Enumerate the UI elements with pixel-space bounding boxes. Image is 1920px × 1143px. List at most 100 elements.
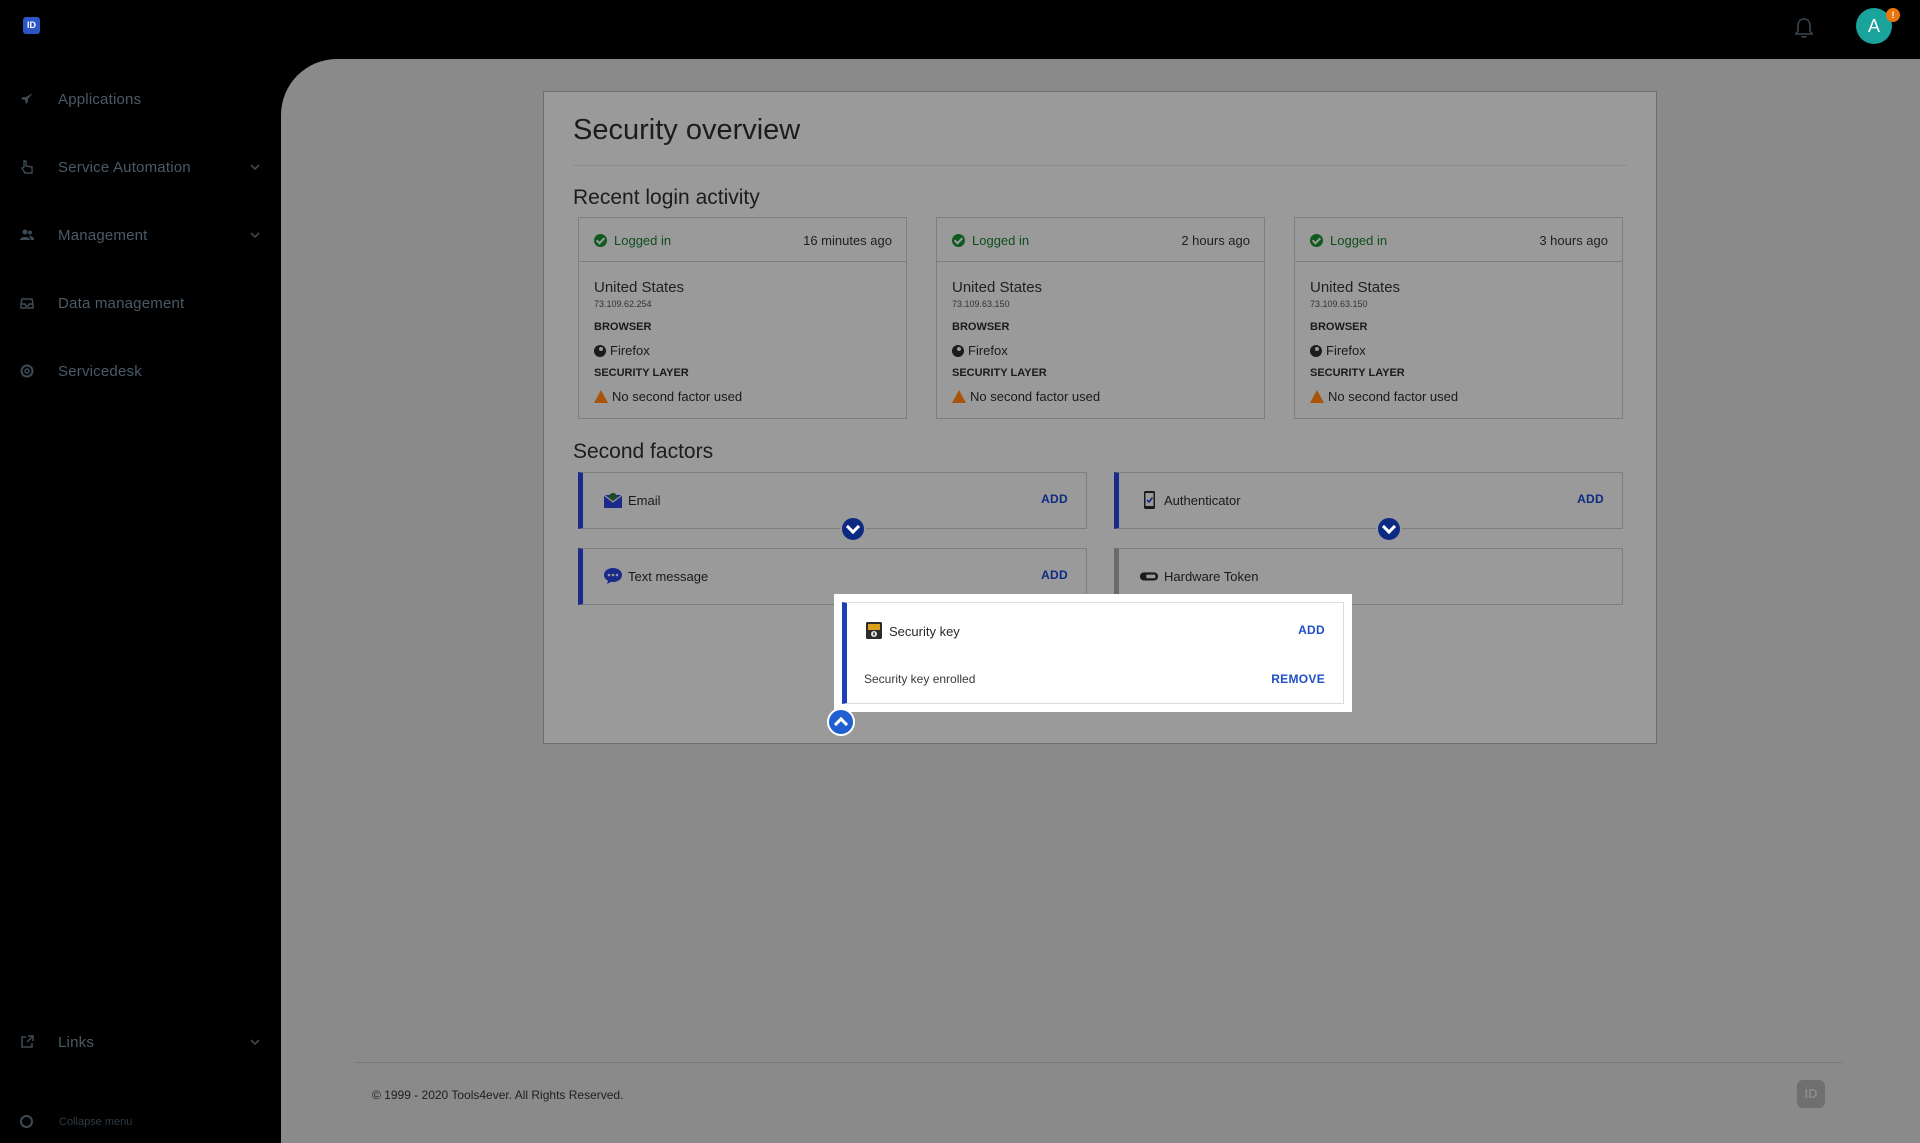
login-ip: 73.109.63.150 (952, 299, 1010, 309)
browser-caption: BROWSER (952, 321, 1010, 333)
factor-security-key: Security key ADD Security key enrolled R… (842, 602, 1344, 704)
login-country: United States (952, 279, 1043, 296)
warning-icon (952, 390, 966, 403)
factor-name: Hardware Token (1164, 569, 1259, 584)
browser-caption: BROWSER (594, 321, 652, 333)
firefox-icon (594, 344, 606, 357)
check-circle-icon (1310, 234, 1323, 247)
check-circle-icon (952, 234, 965, 247)
users-icon (20, 229, 34, 240)
sidebar-item-links[interactable]: Links (0, 1022, 281, 1062)
bell-icon[interactable] (1793, 16, 1815, 40)
factor-name: Text message (628, 569, 709, 584)
security-key-enrolled-text: Security key enrolled (864, 672, 976, 686)
expand-email-toggle[interactable] (840, 516, 866, 542)
collapse-menu-button[interactable]: Collapse menu (0, 1107, 281, 1137)
second-factors-heading: Second factors (573, 440, 714, 463)
login-time: 2 hours ago (1181, 233, 1250, 248)
login-browser: Firefox (968, 343, 1008, 358)
sidebar-item-label: Service Automation (58, 158, 191, 176)
external-link-icon (21, 1035, 34, 1048)
firefox-icon (1310, 344, 1322, 357)
sidebar-item-label: Links (58, 1033, 95, 1051)
security-layer-caption: SECURITY LAYER (952, 367, 1047, 379)
app-logo[interactable]: ID (23, 17, 40, 34)
sidebar-item-label: Servicedesk (58, 362, 142, 380)
rocket-icon (21, 93, 33, 104)
sidebar-item-management[interactable]: Management (0, 215, 281, 255)
add-email-button[interactable]: ADD (1041, 492, 1068, 506)
security-value-row: No second factor used (594, 389, 742, 404)
browser-value-row: Firefox (952, 343, 1008, 358)
check-circle-icon (594, 234, 607, 247)
factor-name: Email (628, 493, 661, 508)
security-value-row: No second factor used (952, 389, 1100, 404)
sidebar: Applications Service Automation Manageme… (0, 59, 281, 1143)
circle-icon (20, 1115, 33, 1128)
login-browser: Firefox (1326, 343, 1366, 358)
browser-value-row: Firefox (594, 343, 650, 358)
hand-pointer-icon (21, 160, 33, 174)
divider (573, 165, 1627, 166)
remove-security-key-button[interactable]: REMOVE (1271, 672, 1325, 686)
factor-name: Security key (889, 624, 960, 639)
footer-logo: ID (1797, 1080, 1825, 1108)
security-layer-caption: SECURITY LAYER (1310, 367, 1405, 379)
firefox-icon (952, 344, 964, 357)
security-layer-caption: SECURITY LAYER (594, 367, 689, 379)
footer-divider (355, 1062, 1843, 1063)
factor-email: Email ADD (578, 472, 1087, 529)
login-security: No second factor used (612, 389, 743, 404)
sidebar-item-applications[interactable]: Applications (0, 79, 281, 119)
expand-authenticator-toggle[interactable] (1376, 516, 1402, 542)
login-card: Logged in 3 hours ago United States 73.1… (1294, 217, 1623, 419)
login-security: No second factor used (970, 389, 1101, 404)
factor-authenticator: Authenticator ADD (1114, 472, 1623, 529)
login-card: Logged in 2 hours ago United States 73.1… (936, 217, 1265, 419)
sidebar-item-label: Data management (58, 294, 185, 312)
add-text-message-button[interactable]: ADD (1041, 568, 1068, 582)
login-time: 16 minutes ago (803, 233, 892, 248)
chevron-down-icon (250, 164, 260, 171)
sidebar-item-data-management[interactable]: Data management (0, 283, 281, 323)
login-country: United States (1310, 279, 1401, 296)
chevron-down-icon (250, 232, 260, 239)
add-authenticator-button[interactable]: ADD (1577, 492, 1604, 506)
email-icon (603, 493, 623, 508)
notification-badge: ! (1886, 8, 1900, 22)
recent-login-heading: Recent login activity (573, 186, 760, 209)
login-status: Logged in (972, 233, 1030, 248)
security-key-highlight: Security key ADD Security key enrolled R… (834, 594, 1352, 712)
inbox-icon (20, 298, 34, 309)
page-title: Security overview (573, 114, 801, 146)
login-country: United States (594, 279, 685, 296)
collapse-menu-label: Collapse menu (59, 1116, 133, 1128)
add-security-key-button[interactable]: ADD (1298, 623, 1325, 637)
factor-name: Authenticator (1164, 493, 1241, 508)
sidebar-item-servicedesk[interactable]: Servicedesk (0, 351, 281, 391)
copyright-text: © 1999 - 2020 Tools4ever. All Rights Res… (372, 1088, 624, 1102)
lifebuoy-icon (20, 364, 34, 378)
warning-icon (1310, 390, 1324, 403)
sidebar-item-label: Management (58, 226, 148, 244)
security-key-icon (866, 622, 882, 639)
security-overview-card: Security overview Recent login activity … (543, 91, 1657, 744)
app-root: ID A ! Applications Service Automation M… (0, 0, 1920, 1143)
warning-icon (594, 390, 608, 403)
security-value-row: No second factor used (1310, 389, 1458, 404)
phone-check-icon (1144, 491, 1155, 509)
sidebar-item-service-automation[interactable]: Service Automation (0, 147, 281, 187)
login-status: Logged in (1330, 233, 1388, 248)
main-content: Security overview Recent login activity … (281, 59, 1920, 1143)
hardware-token-icon (1139, 572, 1159, 581)
chevron-down-icon (250, 1039, 260, 1046)
login-ip: 73.109.62.254 (594, 299, 652, 309)
login-time: 3 hours ago (1539, 233, 1608, 248)
login-status: Logged in (614, 233, 672, 248)
login-ip: 73.109.63.150 (1310, 299, 1368, 309)
login-card: Logged in 16 minutes ago United States 7… (578, 217, 907, 419)
sidebar-item-label: Applications (58, 90, 142, 108)
login-security: No second factor used (1328, 389, 1459, 404)
collapse-security-key-toggle[interactable] (827, 708, 855, 736)
browser-value-row: Firefox (1310, 343, 1366, 358)
